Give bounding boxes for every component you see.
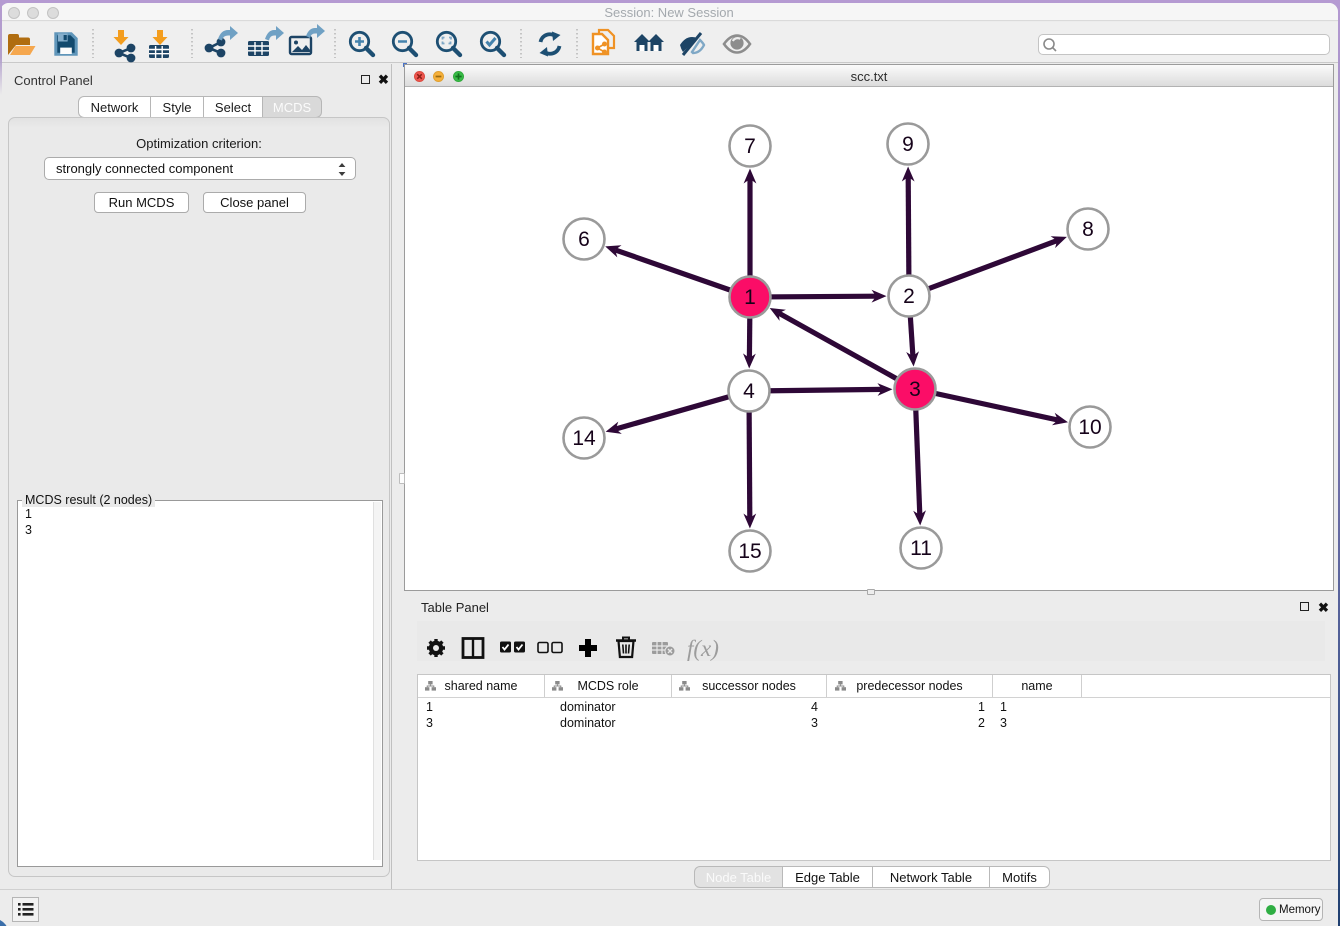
svg-text:11: 11 bbox=[910, 537, 932, 560]
svg-text:3: 3 bbox=[909, 378, 921, 401]
svg-text:2: 2 bbox=[903, 285, 915, 308]
svg-text:9: 9 bbox=[902, 133, 914, 156]
svg-text:6: 6 bbox=[578, 228, 590, 251]
svg-text:15: 15 bbox=[738, 540, 761, 563]
svg-text:10: 10 bbox=[1078, 416, 1101, 439]
svg-text:f(x): f(x) bbox=[687, 636, 719, 661]
svg-text:7: 7 bbox=[744, 135, 756, 158]
svg-text:4: 4 bbox=[743, 380, 755, 403]
svg-text:14: 14 bbox=[572, 427, 596, 450]
svg-text:1: 1 bbox=[744, 286, 756, 309]
svg-text:8: 8 bbox=[1082, 218, 1094, 241]
